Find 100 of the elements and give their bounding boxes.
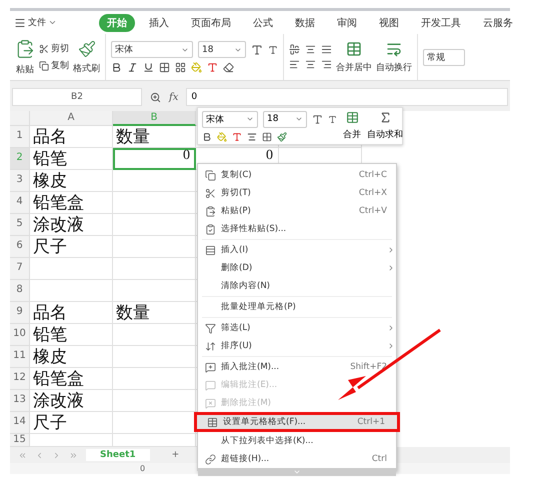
file-menu[interactable]: 文件 — [14, 16, 57, 29]
italic-icon[interactable] — [127, 62, 138, 73]
size-select[interactable]: 18 — [263, 110, 307, 128]
row-header[interactable]: 15 — [10, 434, 30, 447]
menu-item[interactable]: 插入批注(M)... Shift+F2 — [198, 358, 396, 376]
row-header[interactable]: 3 — [10, 170, 30, 192]
menu-item[interactable]: 设置单元格格式(F)... Ctrl+1 — [194, 412, 400, 432]
table-cell: 橡皮 — [30, 170, 113, 192]
sheet-tab[interactable]: + — [158, 449, 194, 461]
wrap-button[interactable]: 自动换行 — [376, 60, 412, 74]
font-select[interactable]: 宋体 — [111, 41, 193, 58]
font-color-icon[interactable] — [207, 62, 218, 73]
fill-color-icon[interactable] — [217, 132, 227, 142]
table-cell: 铅笔 — [30, 324, 113, 346]
brush-icon[interactable] — [277, 132, 287, 142]
align-center-icon[interactable] — [247, 132, 257, 142]
menu-item[interactable]: 选择性粘贴(S)... — [198, 220, 396, 238]
merge-button[interactable]: 合并居中 — [336, 60, 372, 74]
paste-button[interactable]: 粘贴 — [16, 62, 34, 76]
sigma-icon[interactable] — [378, 111, 392, 124]
menu-scroll-bar[interactable] — [198, 468, 396, 476]
wrap-icon[interactable] — [386, 40, 402, 56]
row-header[interactable]: 10 — [10, 324, 30, 346]
table-cell: 尺子 — [30, 236, 113, 258]
align-center-icon[interactable] — [305, 59, 316, 70]
ribbon-tab[interactable]: 视图 — [371, 14, 407, 32]
ribbon-tab[interactable]: 插入 — [141, 14, 177, 32]
size-select[interactable]: 18 — [198, 41, 246, 58]
brush-icon[interactable] — [78, 40, 96, 58]
merge-icon[interactable] — [346, 111, 358, 124]
caret-icon — [246, 115, 254, 123]
borders-icon[interactable] — [159, 62, 170, 73]
table-cell: 涂改液 — [30, 390, 113, 412]
align-middle-icon[interactable] — [305, 44, 316, 55]
shrink-font-icon[interactable] — [268, 44, 278, 54]
cut-button[interactable]: 剪切 — [39, 42, 69, 55]
menu-item[interactable]: 批量处理单元格(P) — [198, 298, 396, 316]
sort-icon — [204, 340, 216, 352]
row-header[interactable]: 13 — [10, 390, 30, 412]
row-header[interactable]: 7 — [10, 258, 30, 280]
row-header[interactable]: 11 — [10, 346, 30, 368]
cell-reference-field[interactable]: B2 — [12, 88, 142, 106]
row-header[interactable]: 5 — [10, 214, 30, 236]
eraser-icon[interactable] — [223, 62, 234, 73]
bold-icon[interactable] — [111, 62, 122, 73]
row-header[interactable]: 1 — [10, 126, 30, 148]
ribbon-tab[interactable]: 云服务 — [475, 14, 521, 32]
merge-button[interactable]: 合并 — [343, 128, 361, 141]
shrink-font-icon[interactable] — [328, 114, 337, 124]
clipboard-icon — [204, 224, 216, 234]
menu-item[interactable]: 从下拉列表中选择(K)... — [198, 432, 396, 450]
row-header[interactable]: 9 — [10, 302, 30, 324]
row-header[interactable]: 12 — [10, 368, 30, 390]
table-cell: 品名 — [30, 126, 113, 148]
merge-icon[interactable] — [346, 40, 362, 56]
column-header[interactable]: A — [30, 111, 113, 126]
align-top-icon[interactable] — [289, 44, 300, 55]
table-cell: 数量 — [113, 126, 196, 148]
menu-item[interactable]: 筛选(L) — [198, 319, 396, 337]
align-bottom-icon[interactable] — [321, 44, 332, 55]
borders-icon[interactable] — [262, 132, 272, 142]
underline-icon[interactable] — [143, 62, 154, 73]
zoom-icon[interactable] — [150, 92, 161, 102]
menu-item[interactable]: 剪切(T) Ctrl+X — [198, 184, 396, 202]
menu-item[interactable]: 粘贴(P) Ctrl+V — [198, 202, 396, 220]
copy-icon — [204, 170, 216, 180]
rows-icon — [204, 244, 216, 256]
row-header[interactable]: 8 — [10, 280, 30, 302]
menu-icon — [14, 16, 26, 28]
number-format-select[interactable]: 常规 — [423, 48, 465, 66]
align-left-icon[interactable] — [289, 59, 300, 70]
ribbon-tab[interactable]: 数据 — [287, 14, 323, 32]
row-header[interactable]: 14 — [10, 412, 30, 434]
table-cell: 铅笔 — [30, 148, 113, 170]
menu-item[interactable]: 清除内容(N) — [198, 277, 396, 295]
clipboard-icon[interactable] — [15, 38, 35, 58]
cell-style-icon[interactable] — [175, 62, 186, 73]
bold-icon[interactable] — [202, 132, 212, 142]
menu-item[interactable]: 删除(D) — [198, 259, 396, 277]
grow-font-icon[interactable] — [251, 44, 263, 56]
row-header[interactable]: 4 — [10, 192, 30, 214]
menu-item[interactable]: 插入(I) — [198, 241, 396, 259]
ribbon-tab[interactable]: 页面布局 — [183, 14, 239, 32]
menu-item[interactable]: 排序(U) — [198, 337, 396, 355]
autosum-button[interactable]: 自动求和 — [367, 128, 403, 141]
ribbon-tab[interactable]: 开发工具 — [413, 14, 469, 32]
grow-font-icon[interactable] — [312, 114, 323, 124]
row-header[interactable]: 6 — [10, 236, 30, 258]
table-cell: 尺子 — [30, 412, 113, 434]
fx-label[interactable]: fx — [169, 92, 178, 102]
ribbon-tab[interactable]: 公式 — [245, 14, 281, 32]
ribbon-tab[interactable]: 审阅 — [329, 14, 365, 32]
align-right-icon[interactable] — [321, 59, 332, 70]
copy-button[interactable]: 复制 — [39, 59, 69, 72]
caret-icon — [48, 18, 57, 27]
formula-field[interactable]: 0 — [186, 88, 508, 106]
font-select[interactable]: 宋体 — [202, 110, 258, 128]
fill-color-icon[interactable] — [191, 62, 202, 73]
font-color-icon[interactable] — [232, 132, 242, 142]
format-painter-button[interactable]: 格式刷 — [73, 62, 100, 74]
